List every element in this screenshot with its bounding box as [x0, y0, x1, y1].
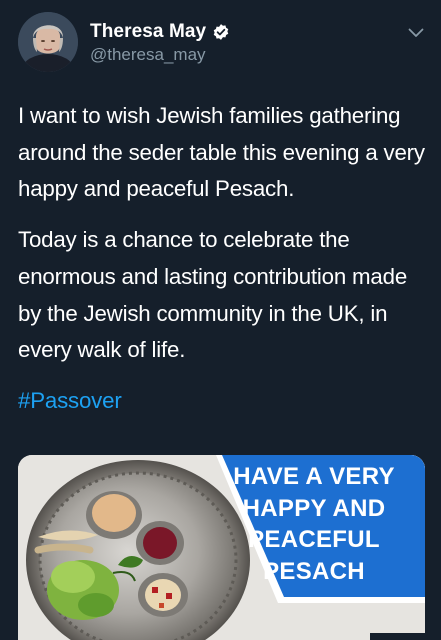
tweet-header: Theresa May @theresa_may [18, 12, 441, 72]
user-handle[interactable]: @theresa_may [90, 45, 206, 65]
avatar[interactable] [18, 12, 78, 72]
tweet-text: I want to wish Jewish families gathering… [18, 98, 428, 420]
display-name[interactable]: Theresa May [90, 21, 206, 43]
tweet-image[interactable]: HAVE A VERY HAPPY AND PEACEFUL PESACH [18, 455, 425, 640]
chevron-down-icon[interactable] [405, 22, 427, 44]
caption-line: PEACEFUL [248, 526, 380, 553]
hashtag-link[interactable]: #Passover [18, 383, 428, 420]
tweet: Theresa May @theresa_may I want to wish … [0, 0, 441, 640]
tweet-paragraph: Today is a chance to celebrate the enorm… [18, 227, 408, 363]
caption-line: HAPPY AND [242, 494, 386, 522]
tweet-paragraph: I want to wish Jewish families gathering… [18, 103, 425, 202]
verified-badge-icon [212, 23, 230, 41]
name-row: Theresa May [90, 21, 230, 43]
image-caption: HAVE A VERY HAPPY AND PEACEFUL PESACH [215, 461, 413, 587]
caption-line: PESACH [263, 557, 365, 585]
caption-line: HAVE A VERY [233, 463, 395, 490]
